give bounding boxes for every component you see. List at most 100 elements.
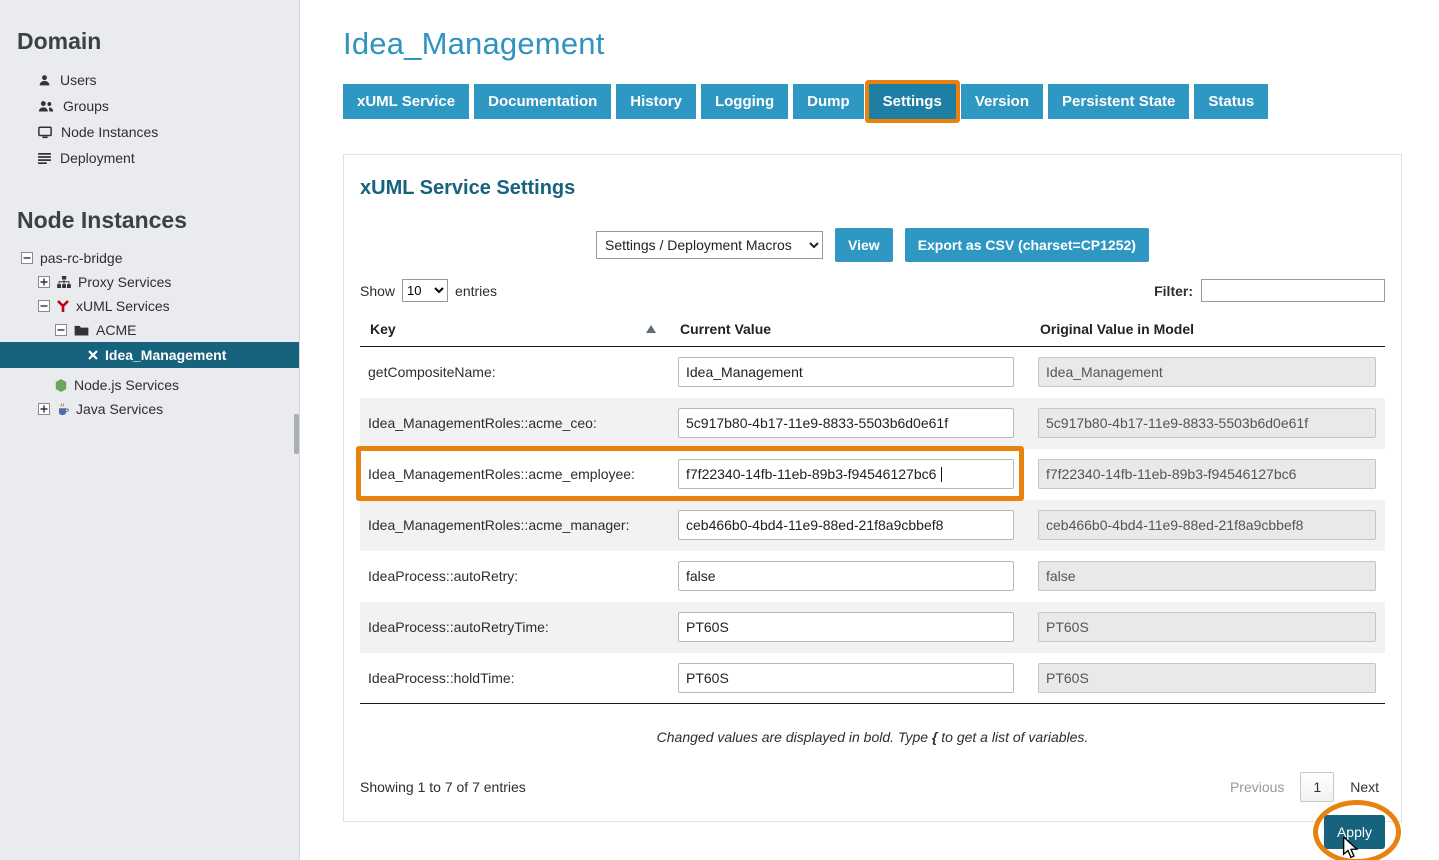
pagination-previous[interactable]: Previous	[1230, 779, 1284, 795]
setting-key: IdeaProcess::holdTime:	[360, 653, 670, 704]
current-value-input[interactable]	[678, 612, 1014, 642]
collapse-icon[interactable]	[55, 324, 67, 336]
current-value-input[interactable]	[678, 510, 1014, 540]
table-row: getCompositeName:	[360, 347, 1385, 398]
tab-settings[interactable]: Settings	[869, 84, 956, 119]
sidebar-item-label: Node Instances	[61, 124, 158, 140]
column-header-current-value[interactable]: Current Value	[670, 314, 1030, 347]
current-value-input[interactable]	[678, 408, 1014, 438]
table-row-highlighted: Idea_ManagementRoles::acme_employee:	[360, 449, 1385, 500]
apply-button[interactable]: Apply	[1324, 815, 1385, 849]
original-value-field	[1038, 561, 1376, 591]
collapse-icon[interactable]	[21, 252, 33, 264]
pagination: Previous 1 Next	[1230, 772, 1379, 802]
tab-logging[interactable]: Logging	[701, 84, 788, 119]
original-value-field	[1038, 357, 1376, 387]
expand-icon[interactable]	[38, 276, 50, 288]
domain-section-title: Domain	[17, 28, 299, 55]
sidebar: Domain Users Groups Node Instances Deplo…	[0, 0, 300, 860]
column-header-key[interactable]: Key	[360, 314, 670, 347]
settings-table: Key Current Value Original Value in Mode…	[360, 314, 1385, 704]
pagination-page-1[interactable]: 1	[1300, 772, 1334, 802]
tab-xuml-service[interactable]: xUML Service	[343, 84, 469, 119]
nodejs-icon	[55, 379, 67, 392]
tree-node-label: pas-rc-bridge	[40, 250, 122, 266]
service-x-icon	[88, 350, 98, 360]
tab-bar: xUML Service Documentation History Loggi…	[343, 84, 1402, 119]
main-content: Idea_Management xUML Service Documentati…	[300, 0, 1439, 860]
tree-node-label: ACME	[96, 322, 136, 338]
original-value-field	[1038, 510, 1376, 540]
original-value-field	[1038, 663, 1376, 693]
tab-history[interactable]: History	[616, 84, 696, 119]
tree-node-nodejs-services[interactable]: Node.js Services	[0, 373, 299, 397]
sidebar-item-label: Users	[60, 72, 97, 88]
java-icon	[57, 403, 69, 416]
settings-panel: xUML Service Settings Settings / Deploym…	[343, 154, 1402, 822]
folder-icon	[74, 325, 89, 336]
tree-node-xuml-services[interactable]: xUML Services	[0, 294, 299, 318]
entries-per-page-select[interactable]: 10	[402, 279, 448, 302]
tab-status[interactable]: Status	[1194, 84, 1268, 119]
macro-select[interactable]: Settings / Deployment Macros	[596, 231, 823, 259]
setting-key: Idea_ManagementRoles::acme_employee:	[360, 449, 670, 500]
tree-node-idea-management[interactable]: Idea_Management	[0, 342, 299, 368]
tab-documentation[interactable]: Documentation	[474, 84, 611, 119]
sidebar-item-node-instances[interactable]: Node Instances	[0, 119, 299, 145]
sidebar-scrollbar[interactable]	[294, 414, 299, 454]
tab-persistent-state[interactable]: Persistent State	[1048, 84, 1189, 119]
current-value-input-focused[interactable]	[678, 459, 1014, 489]
tree-node-label: Java Services	[76, 401, 163, 417]
tree-node-label: Proxy Services	[78, 274, 171, 290]
apply-row: Apply	[360, 815, 1385, 849]
sidebar-item-label: Groups	[63, 98, 109, 114]
setting-key: IdeaProcess::autoRetry:	[360, 551, 670, 602]
export-csv-button[interactable]: Export as CSV (charset=CP1252)	[905, 228, 1149, 262]
sidebar-item-groups[interactable]: Groups	[0, 93, 299, 119]
setting-key: Idea_ManagementRoles::acme_manager:	[360, 500, 670, 551]
monitor-icon	[38, 126, 52, 139]
pagination-next[interactable]: Next	[1350, 779, 1379, 795]
sitemap-icon	[57, 276, 71, 288]
table-footer: Showing 1 to 7 of 7 entries Previous 1 N…	[360, 772, 1385, 802]
group-icon	[38, 100, 54, 113]
user-icon	[38, 74, 51, 87]
entries-label: entries	[455, 283, 497, 299]
xuml-logo-icon	[57, 300, 69, 312]
view-button[interactable]: View	[835, 228, 893, 262]
panel-title: xUML Service Settings	[360, 177, 1385, 200]
show-label: Show	[360, 283, 395, 299]
filter-label: Filter:	[1154, 283, 1193, 299]
table-row: IdeaProcess::autoRetry:	[360, 551, 1385, 602]
setting-key: getCompositeName:	[360, 347, 670, 398]
collapse-icon[interactable]	[38, 300, 50, 312]
tree-node-label: Idea_Management	[105, 347, 226, 363]
tree-node-proxy-services[interactable]: Proxy Services	[0, 270, 299, 294]
table-row: Idea_ManagementRoles::acme_ceo:	[360, 398, 1385, 449]
tab-version[interactable]: Version	[961, 84, 1043, 119]
filter-input[interactable]	[1201, 279, 1385, 302]
sidebar-item-deployment[interactable]: Deployment	[0, 145, 299, 171]
settings-table-wrap: Key Current Value Original Value in Mode…	[360, 314, 1385, 704]
table-note: Changed values are displayed in bold. Ty…	[360, 729, 1385, 745]
tab-dump[interactable]: Dump	[793, 84, 864, 119]
sidebar-item-users[interactable]: Users	[0, 67, 299, 93]
setting-key: Idea_ManagementRoles::acme_ceo:	[360, 398, 670, 449]
page-title: Idea_Management	[343, 26, 1402, 62]
tree-node-pas-rc-bridge[interactable]: pas-rc-bridge	[0, 246, 299, 270]
current-value-input[interactable]	[678, 561, 1014, 591]
original-value-field	[1038, 612, 1376, 642]
current-value-input[interactable]	[678, 663, 1014, 693]
current-value-input[interactable]	[678, 357, 1014, 387]
original-value-field	[1038, 459, 1376, 489]
node-tree: pas-rc-bridge Proxy Services xUML Servic…	[0, 246, 299, 421]
table-row: IdeaProcess::autoRetryTime:	[360, 602, 1385, 653]
expand-icon[interactable]	[38, 403, 50, 415]
table-row: Idea_ManagementRoles::acme_manager:	[360, 500, 1385, 551]
deployment-list-icon	[38, 153, 51, 164]
tree-node-acme[interactable]: ACME	[0, 318, 299, 342]
table-row: IdeaProcess::holdTime:	[360, 653, 1385, 704]
column-header-original-value[interactable]: Original Value in Model	[1030, 314, 1385, 347]
tree-node-java-services[interactable]: Java Services	[0, 397, 299, 421]
entries-summary: Showing 1 to 7 of 7 entries	[360, 779, 526, 795]
